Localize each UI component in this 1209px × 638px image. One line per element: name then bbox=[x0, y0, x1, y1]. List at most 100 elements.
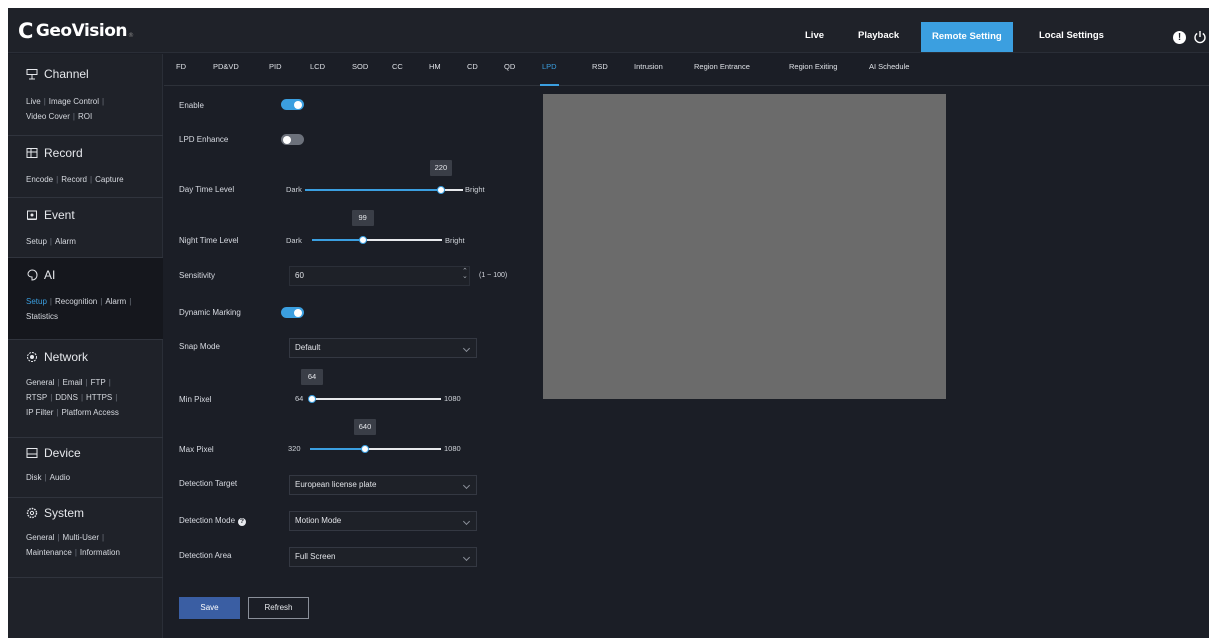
nav-local-settings[interactable]: Local Settings bbox=[1039, 24, 1104, 48]
min-pixel-min-label: 64 bbox=[295, 394, 304, 403]
sidebar-link-https[interactable]: HTTPS bbox=[86, 393, 112, 402]
max-pixel-value: 640 bbox=[354, 419, 377, 435]
max-pixel-handle[interactable] bbox=[361, 445, 370, 453]
function-tabs: FD PD&VD PID LCD SOD CC HM CD QD LPD RSD… bbox=[164, 54, 1209, 86]
sidebar-title-network[interactable]: Network bbox=[26, 350, 88, 364]
day-time-level-value: 220 bbox=[429, 160, 452, 176]
min-pixel-value: 64 bbox=[301, 369, 323, 385]
tab-hm[interactable]: HM bbox=[429, 54, 441, 86]
nav-live[interactable]: Live bbox=[805, 24, 824, 48]
night-min-label: Dark bbox=[286, 236, 302, 245]
sidebar-link-encode[interactable]: Encode bbox=[26, 175, 53, 184]
sidebar-link-live[interactable]: Live bbox=[26, 97, 41, 106]
nav-playback[interactable]: Playback bbox=[858, 24, 899, 48]
sidebar-title-device[interactable]: Device bbox=[26, 446, 81, 460]
detection-mode-label: Detection Mode? bbox=[179, 516, 247, 526]
min-pixel-handle[interactable] bbox=[308, 395, 316, 403]
power-icon[interactable] bbox=[1193, 30, 1207, 44]
tab-cc[interactable]: CC bbox=[392, 54, 403, 86]
tab-sod[interactable]: SOD bbox=[352, 54, 368, 86]
tab-ai-schedule[interactable]: AI Schedule bbox=[869, 54, 909, 86]
help-icon[interactable]: ! bbox=[1173, 31, 1186, 44]
day-min-label: Dark bbox=[286, 185, 302, 194]
tab-region-entrance[interactable]: Region Entrance bbox=[694, 54, 750, 86]
sidebar-link-general[interactable]: General bbox=[26, 378, 54, 387]
sidebar-title-event[interactable]: Event bbox=[26, 208, 75, 222]
tab-rsd[interactable]: RSD bbox=[592, 54, 608, 86]
sidebar-link-statistics[interactable]: Statistics bbox=[26, 312, 58, 321]
sidebar-section-network: Network General | Email | FTP | RTSP | DDNS | HTT… bbox=[8, 340, 163, 438]
save-button[interactable]: Save bbox=[179, 597, 240, 619]
detection-area-select[interactable]: Full Screen bbox=[289, 547, 477, 567]
record-icon bbox=[26, 148, 38, 158]
detection-target-label: Detection Target bbox=[179, 479, 238, 488]
detection-mode-select[interactable]: Motion Mode bbox=[289, 511, 477, 531]
tab-intrusion[interactable]: Intrusion bbox=[634, 54, 663, 86]
sidebar-link-roi[interactable]: ROI bbox=[78, 112, 92, 121]
sidebar-link-record[interactable]: Record bbox=[61, 175, 87, 184]
sidebar-link-ip-filter[interactable]: IP Filter bbox=[26, 408, 53, 417]
sidebar-link-email[interactable]: Email bbox=[63, 378, 83, 387]
sidebar-link-system-general[interactable]: General bbox=[26, 533, 54, 542]
sidebar-link-image-control[interactable]: Image Control bbox=[49, 97, 99, 106]
dynamic-marking-label: Dynamic Marking bbox=[179, 308, 241, 317]
sidebar-links-network: General | Email | FTP | RTSP | DDNS | HTTPS | IP F… bbox=[26, 378, 119, 417]
sidebar-section-ai: AI Setup | Recognition | Alarm | Statistics bbox=[8, 258, 163, 340]
sidebar-link-multi-user[interactable]: Multi-User bbox=[63, 533, 99, 542]
sidebar-link-capture[interactable]: Capture bbox=[95, 175, 123, 184]
max-pixel-slider[interactable] bbox=[310, 448, 441, 450]
sidebar-section-record: Record Encode | Record | Capture bbox=[8, 136, 163, 198]
sidebar: Channel Live | Image Control | Video Cover |… bbox=[8, 54, 163, 638]
sidebar-link-disk[interactable]: Disk bbox=[26, 473, 42, 482]
help-question-icon[interactable]: ? bbox=[238, 518, 247, 526]
min-pixel-slider[interactable] bbox=[312, 398, 441, 400]
tab-pd-vd[interactable]: PD&VD bbox=[213, 54, 239, 86]
event-icon bbox=[27, 210, 37, 220]
sidebar-links-device: Disk | Audio bbox=[26, 473, 71, 482]
day-max-label: Bright bbox=[465, 185, 485, 194]
sidebar-link-recognition[interactable]: Recognition bbox=[55, 297, 97, 306]
dynamic-marking-toggle[interactable] bbox=[281, 307, 304, 318]
lpd-enhance-toggle[interactable] bbox=[281, 134, 304, 145]
sensitivity-stepper[interactable]: ⌃ ⌄ bbox=[462, 268, 468, 280]
tab-cd[interactable]: CD bbox=[467, 54, 478, 86]
sidebar-link-maintenance[interactable]: Maintenance bbox=[26, 548, 72, 557]
sensitivity-range-hint: (1 ~ 100) bbox=[479, 272, 508, 279]
tab-fd[interactable]: FD bbox=[176, 54, 186, 86]
day-time-level-handle[interactable] bbox=[436, 186, 445, 194]
channel-icon bbox=[26, 69, 38, 80]
nav-remote-setting[interactable]: Remote Setting bbox=[921, 22, 1013, 52]
video-preview-area[interactable] bbox=[543, 94, 946, 399]
sidebar-title-ai[interactable]: AI bbox=[26, 268, 55, 282]
sidebar-link-ai-setup[interactable]: Setup bbox=[26, 297, 47, 306]
sidebar-link-ftp[interactable]: FTP bbox=[91, 378, 106, 387]
detection-target-select[interactable]: European license plate bbox=[289, 475, 477, 495]
sidebar-link-setup[interactable]: Setup bbox=[26, 237, 47, 246]
min-pixel-max-label: 1080 bbox=[444, 394, 461, 403]
sidebar-title-record[interactable]: Record bbox=[26, 146, 83, 160]
night-max-label: Bright bbox=[445, 236, 465, 245]
sidebar-link-ddns[interactable]: DDNS bbox=[55, 393, 78, 402]
tab-region-exiting[interactable]: Region Exiting bbox=[789, 54, 837, 86]
sidebar-link-information[interactable]: Information bbox=[80, 548, 120, 557]
sidebar-title-system[interactable]: System bbox=[26, 506, 84, 520]
sensitivity-label: Sensitivity bbox=[179, 271, 216, 280]
sensitivity-input[interactable]: 60 bbox=[289, 266, 470, 286]
sidebar-link-platform-access[interactable]: Platform Access bbox=[62, 408, 119, 417]
sidebar-link-ai-alarm[interactable]: Alarm bbox=[105, 297, 126, 306]
sidebar-link-audio[interactable]: Audio bbox=[50, 473, 70, 482]
tab-pid[interactable]: PID bbox=[269, 54, 282, 86]
sidebar-link-alarm[interactable]: Alarm bbox=[55, 237, 76, 246]
sidebar-link-video-cover[interactable]: Video Cover bbox=[26, 112, 70, 121]
night-time-level-handle[interactable] bbox=[358, 236, 367, 244]
sidebar-links-channel: Live | Image Control | Video Cover | ROI bbox=[26, 97, 105, 121]
tab-lpd[interactable]: LPD bbox=[540, 54, 559, 86]
sidebar-link-rtsp[interactable]: RTSP bbox=[26, 393, 47, 402]
refresh-button[interactable]: Refresh bbox=[248, 597, 309, 619]
tab-lcd[interactable]: LCD bbox=[310, 54, 325, 86]
night-time-level-slider[interactable] bbox=[312, 239, 442, 241]
sidebar-title-channel[interactable]: Channel bbox=[26, 67, 89, 81]
tab-qd[interactable]: QD bbox=[504, 54, 515, 86]
snap-mode-select[interactable]: Default bbox=[289, 338, 477, 358]
enable-toggle[interactable] bbox=[281, 99, 304, 110]
